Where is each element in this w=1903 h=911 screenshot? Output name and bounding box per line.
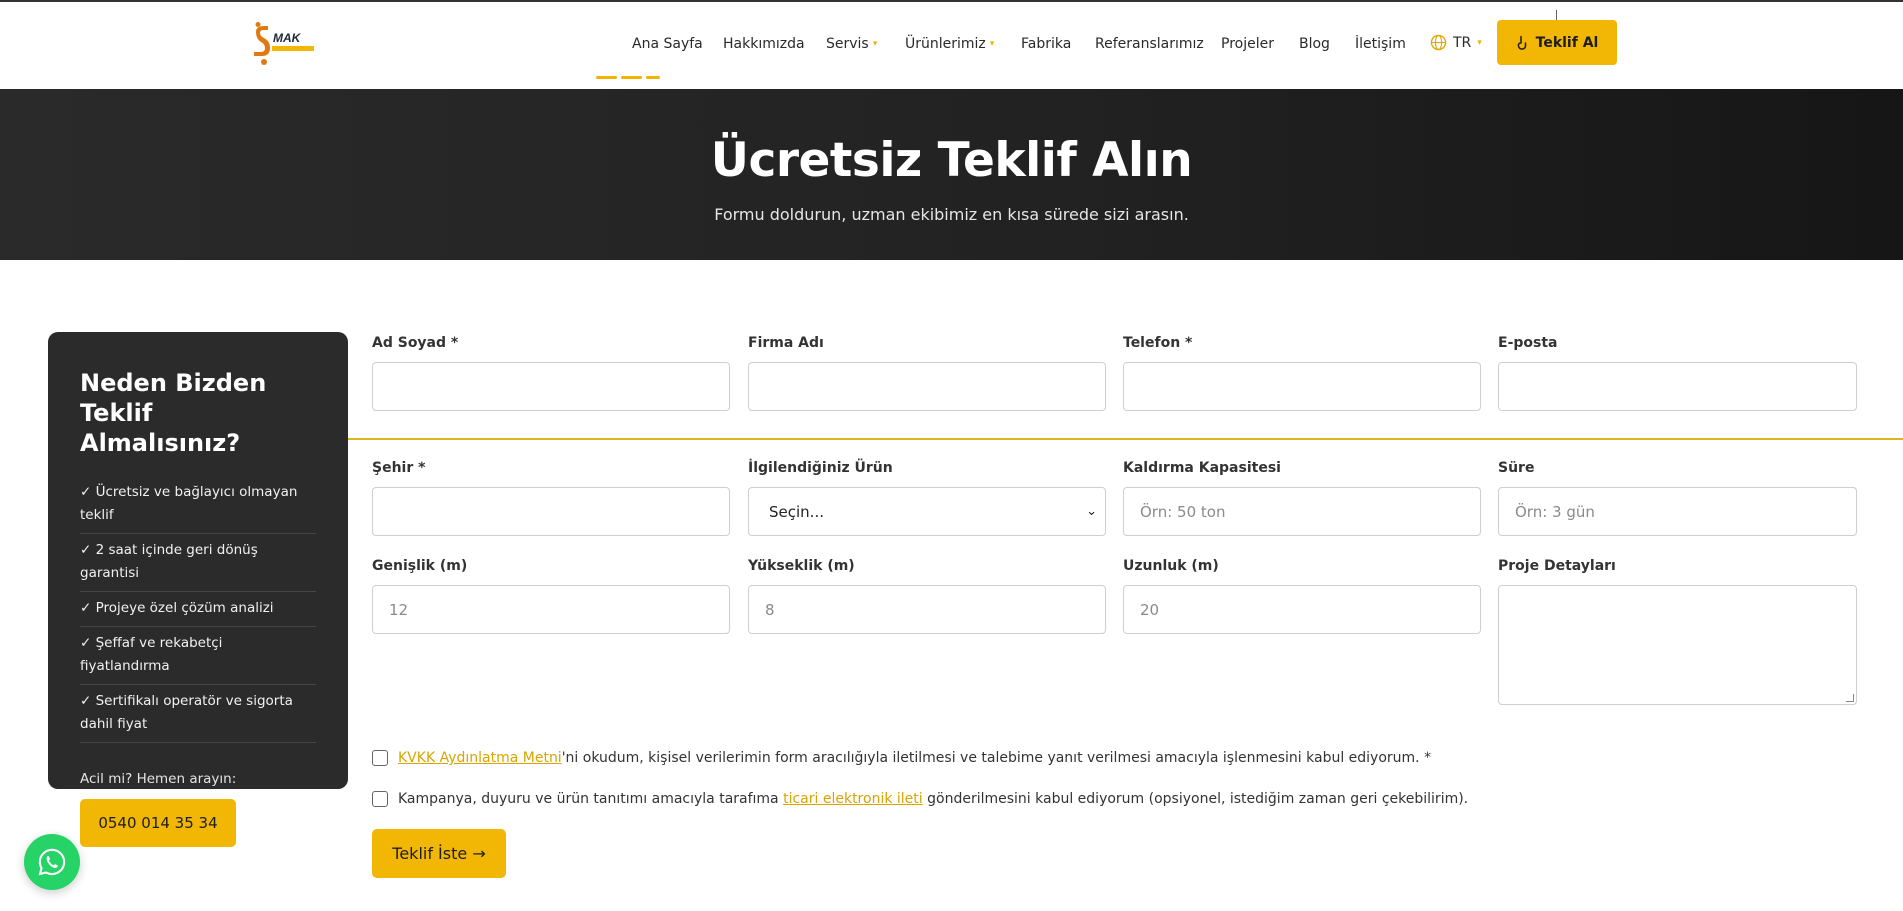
site-header: MAK Ana Sayfa Hakkımızda Servis ▾ Ürünler… <box>0 2 1903 89</box>
active-indicator <box>596 76 617 79</box>
phone-button[interactable]: 0540 014 35 34 <box>80 799 236 847</box>
kvkk-link[interactable]: KVKK Aydınlatma Metni <box>398 750 562 766</box>
chevron-down-icon: ⌄ <box>1086 504 1097 519</box>
cta-label: Teklif Al <box>1535 34 1599 51</box>
company-label: Firma Adı <box>748 335 824 351</box>
length-field[interactable]: 20 <box>1123 585 1481 634</box>
phone-field[interactable] <box>1123 362 1481 411</box>
globe-icon <box>1430 34 1447 51</box>
nav-label: Referanslarımız <box>1095 36 1204 52</box>
details-textarea[interactable] <box>1498 585 1857 705</box>
language-selector[interactable]: TR ▾ <box>1430 34 1482 51</box>
kvkk-checkbox[interactable] <box>372 750 388 766</box>
teklif-al-button[interactable]: Teklif Al <box>1497 20 1617 65</box>
kvkk-statement: 'ni okudum, kişisel verilerimin form ara… <box>561 750 1432 766</box>
duration-placeholder: Örn: 3 gün <box>1515 502 1595 521</box>
list-item: ✓ Şeffaf ve rekabetçi fiyatlandırma <box>80 627 316 685</box>
nav-item-projeler[interactable]: Projeler <box>1221 36 1274 52</box>
chevron-down-icon: ▾ <box>1477 37 1482 48</box>
list-item: ✓ Sertifikalı operatör ve sigorta dahil … <box>80 685 316 743</box>
marketing-consent: Kampanya, duyuru ve ürün tanıtımı amacıy… <box>372 791 1468 807</box>
nav-label: Hakkımızda <box>723 36 805 52</box>
main-nav: Ana Sayfa Hakkımızda Servis ▾ Ürünlerimiz… <box>0 2 1903 89</box>
active-indicator <box>621 76 642 79</box>
whatsapp-icon <box>38 848 66 876</box>
height-field[interactable]: 8 <box>748 585 1106 634</box>
why-us-panel: Neden Bizden Teklif Almalısınız? ✓ Ücret… <box>48 332 348 847</box>
capacity-label: Kaldırma Kapasitesi <box>1123 460 1281 476</box>
resize-handle-icon[interactable] <box>1846 694 1854 702</box>
nav-label: Fabrika <box>1021 36 1072 52</box>
nav-item-servis[interactable]: Servis ▾ <box>826 36 877 52</box>
capacity-field[interactable]: Örn: 50 ton <box>1123 487 1481 536</box>
duration-field[interactable]: Örn: 3 gün <box>1498 487 1857 536</box>
panel-title: Neden Bizden Teklif Almalısınız? <box>80 369 267 457</box>
email-label: E-posta <box>1498 335 1558 351</box>
length-placeholder: 20 <box>1140 600 1160 619</box>
hero-banner: Ücretsiz Teklif Alın Formu doldurun, uzm… <box>0 89 1903 260</box>
kvkk-text: KVKK Aydınlatma Metni'ni okudum, kişisel… <box>398 750 1431 766</box>
width-placeholder: 12 <box>389 600 409 619</box>
hand-pointer-icon <box>1517 35 1526 50</box>
benefit-list: ✓ Ücretsiz ve bağlayıcı olmayan teklif ✓… <box>80 476 316 743</box>
duration-label: Süre <box>1498 460 1535 476</box>
nav-item-blog[interactable]: Blog <box>1299 36 1330 52</box>
city-label: Şehir * <box>372 460 426 476</box>
nav-item-fabrika[interactable]: Fabrika <box>1021 36 1071 52</box>
marketing-post: gönderilmesini kabul ediyorum (opsiyonel… <box>927 791 1469 807</box>
product-select-value: Seçin... <box>769 502 824 521</box>
details-label: Proje Detayları <box>1498 558 1616 574</box>
width-label: Genişlik (m) <box>372 558 468 574</box>
chevron-down-icon: ▾ <box>872 39 878 49</box>
nav-label: Projeler <box>1221 36 1274 52</box>
list-item: ✓ Projeye özel çözüm analizi <box>80 592 316 627</box>
nav-label: İletişim <box>1355 36 1406 52</box>
urgent-call-text: Acil mi? Hemen arayın: <box>80 771 237 787</box>
nav-item-iletisim[interactable]: İletişim <box>1355 36 1406 52</box>
nav-item-ana-sayfa[interactable]: Ana Sayfa <box>632 36 703 52</box>
city-field[interactable] <box>372 487 730 536</box>
nav-label: Ürünlerimiz <box>905 36 986 52</box>
nav-item-urunlerimiz[interactable]: Ürünlerimiz ▾ <box>905 36 994 52</box>
marketing-pre: Kampanya, duyuru ve ürün tanıtımı amacıy… <box>398 791 779 807</box>
height-label: Yükseklik (m) <box>748 558 855 574</box>
active-indicator <box>646 76 660 79</box>
product-label: İlgilendiğiniz Ürün <box>748 460 893 476</box>
length-label: Uzunluk (m) <box>1123 558 1219 574</box>
product-select[interactable]: Seçin... ⌄ <box>748 487 1106 536</box>
page-title: Ücretsiz Teklif Alın <box>710 133 1193 188</box>
marketing-text: Kampanya, duyuru ve ürün tanıtımı amacıy… <box>398 791 1468 807</box>
page-subtitle: Formu doldurun, uzman ekibimiz en kısa s… <box>714 205 1189 224</box>
nav-label: Ana Sayfa <box>632 36 703 52</box>
email-field[interactable] <box>1498 362 1857 411</box>
nav-label: Servis <box>826 36 869 52</box>
phone-label: Telefon * <box>1123 335 1193 351</box>
height-placeholder: 8 <box>765 600 775 619</box>
list-item: ✓ Ücretsiz ve bağlayıcı olmayan teklif <box>80 476 316 534</box>
width-field[interactable]: 12 <box>372 585 730 634</box>
company-field[interactable] <box>748 362 1106 411</box>
section-divider <box>348 438 1903 440</box>
list-item: ✓ 2 saat içinde geri dönüş garantisi <box>80 534 316 592</box>
nav-item-referanslarimiz[interactable]: Referanslarımız <box>1095 36 1204 52</box>
kvkk-consent: KVKK Aydınlatma Metni'ni okudum, kişisel… <box>372 750 1431 766</box>
nav-label: Blog <box>1299 36 1330 52</box>
chevron-down-icon: ▾ <box>989 39 995 49</box>
commercial-message-link[interactable]: ticari elektronik ileti <box>783 791 923 807</box>
capacity-placeholder: Örn: 50 ton <box>1140 502 1226 521</box>
marketing-checkbox[interactable] <box>372 791 388 807</box>
name-field[interactable] <box>372 362 730 411</box>
submit-quote-button[interactable]: Teklif İste → <box>372 829 506 878</box>
language-code: TR <box>1453 34 1472 51</box>
whatsapp-button[interactable] <box>24 834 80 890</box>
name-label: Ad Soyad * <box>372 335 459 351</box>
nav-item-hakkimizda[interactable]: Hakkımızda <box>723 36 805 52</box>
